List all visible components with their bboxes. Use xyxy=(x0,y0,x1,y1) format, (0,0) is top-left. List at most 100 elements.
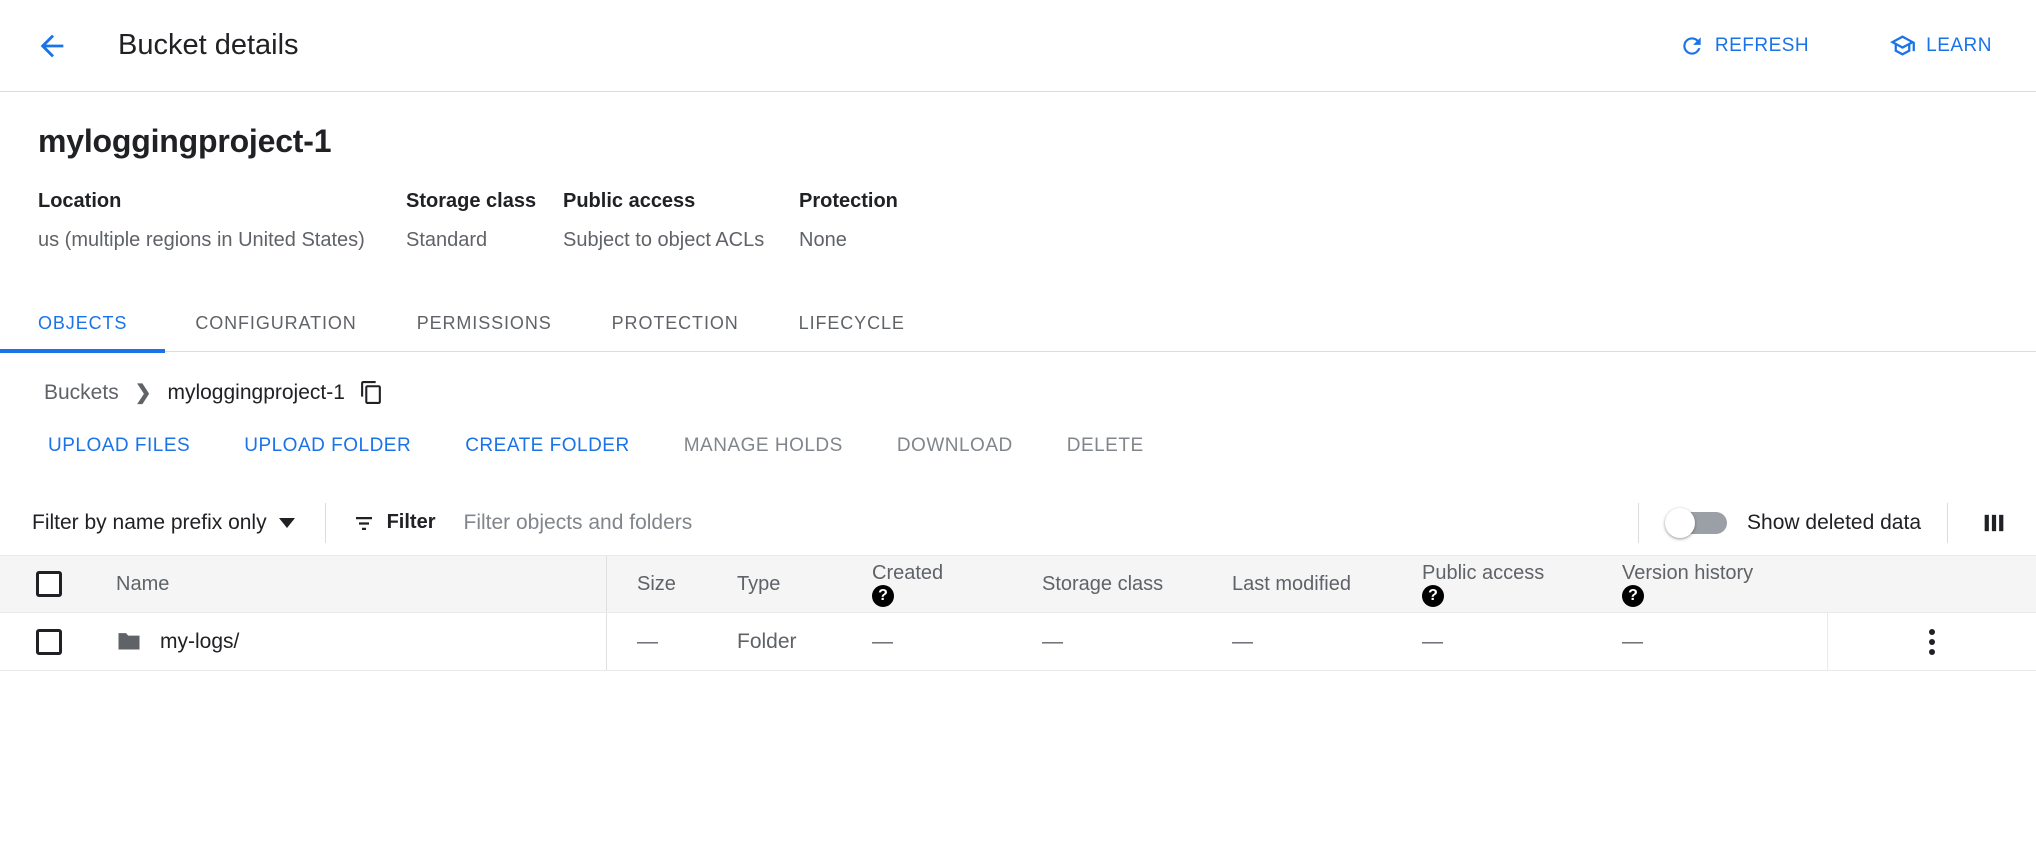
tab-configuration-label: CONFIGURATION xyxy=(195,313,356,334)
show-deleted-data-label: Show deleted data xyxy=(1747,511,1921,535)
download-button[interactable]: DOWNLOAD xyxy=(883,425,1027,467)
toggle-switch[interactable] xyxy=(1665,508,1727,538)
col-header-name[interactable]: Name xyxy=(92,556,607,612)
toggle-knob xyxy=(1665,508,1695,538)
col-header-type[interactable]: Type xyxy=(715,573,850,596)
tab-objects[interactable]: OBJECTS xyxy=(0,294,165,352)
more-vert-icon[interactable] xyxy=(1923,623,1941,661)
col-header-version-history[interactable]: Version history ? xyxy=(1592,562,1827,607)
download-label: DOWNLOAD xyxy=(897,435,1013,456)
row-menu-cell xyxy=(1827,613,2036,670)
show-deleted-data-toggle[interactable]: Show deleted data xyxy=(1665,508,1921,538)
filter-mode-dropdown[interactable]: Filter by name prefix only xyxy=(28,505,299,541)
meta-public-access-label: Public access xyxy=(563,191,799,211)
upload-files-button[interactable]: UPLOAD FILES xyxy=(34,425,204,467)
row-modified-cell: — xyxy=(1202,630,1392,654)
row-version-value: — xyxy=(1622,630,1643,653)
meta-storage-class: Storage class Standard xyxy=(406,191,563,250)
row-created-value: — xyxy=(872,630,893,653)
manage-holds-button[interactable]: MANAGE HOLDS xyxy=(670,425,857,467)
row-storage-value: — xyxy=(1042,630,1063,653)
row-modified-value: — xyxy=(1232,630,1253,653)
tab-configuration[interactable]: CONFIGURATION xyxy=(165,294,386,352)
chevron-down-icon xyxy=(279,518,295,528)
row-checkbox[interactable] xyxy=(36,629,62,655)
col-header-menu-spacer xyxy=(1827,556,2036,612)
manage-holds-label: MANAGE HOLDS xyxy=(684,435,843,456)
content-copy-icon xyxy=(359,380,384,405)
col-header-size-label: Size xyxy=(637,573,715,596)
tab-lifecycle[interactable]: LIFECYCLE xyxy=(769,294,935,352)
select-all-checkbox[interactable] xyxy=(36,571,62,597)
create-folder-label: CREATE FOLDER xyxy=(465,435,630,456)
tab-objects-label: OBJECTS xyxy=(38,313,127,334)
top-app-bar: Bucket details REFRESH LEARN xyxy=(0,0,2036,92)
filter-mode-label: Filter by name prefix only xyxy=(32,511,267,535)
row-version-cell: — xyxy=(1592,630,1827,654)
filter-bar: Filter by name prefix only Filter Show d… xyxy=(0,490,2036,556)
learn-button[interactable]: LEARN xyxy=(1879,24,2002,67)
table-header-row: Name Size Type Created ? Storage class L… xyxy=(0,556,2036,613)
col-header-created[interactable]: Created ? xyxy=(850,562,1012,607)
breadcrumb: Buckets ❯ myloggingproject-1 xyxy=(0,352,2036,405)
object-actions-toolbar: UPLOAD FILES UPLOAD FOLDER CREATE FOLDER… xyxy=(0,405,2036,465)
breadcrumb-current: myloggingproject-1 xyxy=(167,381,344,405)
page-title: Bucket details xyxy=(118,31,299,60)
objects-table: Name Size Type Created ? Storage class L… xyxy=(0,556,2036,671)
delete-button[interactable]: DELETE xyxy=(1053,425,1158,467)
breadcrumb-buckets-link[interactable]: Buckets xyxy=(44,381,119,405)
row-type-cell: Folder xyxy=(715,630,850,654)
bucket-meta-row: Location us (multiple regions in United … xyxy=(38,191,2036,250)
row-size-value: — xyxy=(637,630,658,653)
refresh-label: REFRESH xyxy=(1715,35,1809,57)
folder-icon xyxy=(116,631,142,652)
filter-button[interactable]: Filter xyxy=(352,511,436,535)
created-help-icon[interactable]: ? xyxy=(872,585,894,607)
tab-bar: OBJECTS CONFIGURATION PERMISSIONS PROTEC… xyxy=(0,294,2036,352)
delete-label: DELETE xyxy=(1067,435,1144,456)
meta-protection-label: Protection xyxy=(799,191,999,211)
meta-location-label: Location xyxy=(38,191,406,211)
col-header-last-modified-label: Last modified xyxy=(1232,573,1392,596)
copy-path-button[interactable] xyxy=(359,380,384,405)
row-public-cell: — xyxy=(1392,630,1592,654)
public-access-help-icon[interactable]: ? xyxy=(1422,585,1444,607)
meta-location-value: us (multiple regions in United States) xyxy=(38,230,406,250)
row-name-label[interactable]: my-logs/ xyxy=(160,630,239,654)
col-header-storage-class[interactable]: Storage class xyxy=(1012,573,1202,596)
arrow-back-icon xyxy=(35,29,69,63)
upload-folder-button[interactable]: UPLOAD FOLDER xyxy=(230,425,425,467)
tab-permissions[interactable]: PERMISSIONS xyxy=(387,294,582,352)
tab-protection[interactable]: PROTECTION xyxy=(582,294,769,352)
meta-location: Location us (multiple regions in United … xyxy=(38,191,406,250)
back-button[interactable] xyxy=(28,22,76,70)
version-history-help-icon[interactable]: ? xyxy=(1622,585,1644,607)
refresh-button[interactable]: REFRESH xyxy=(1669,25,1819,67)
meta-protection: Protection None xyxy=(799,191,999,250)
table-row[interactable]: my-logs/ — Folder — — — — — xyxy=(0,613,2036,671)
bucket-summary: myloggingproject-1 Location us (multiple… xyxy=(0,92,2036,250)
row-public-value: — xyxy=(1422,630,1443,653)
tab-protection-label: PROTECTION xyxy=(612,313,739,334)
col-header-public-access[interactable]: Public access ? xyxy=(1392,562,1592,607)
row-created-cell: — xyxy=(850,630,1012,654)
row-storage-cell: — xyxy=(1012,630,1202,654)
col-header-public-access-label: Public access xyxy=(1422,562,1592,585)
col-header-last-modified[interactable]: Last modified xyxy=(1202,573,1392,596)
filter-divider-right xyxy=(1638,503,1639,543)
col-header-type-label: Type xyxy=(737,573,850,596)
col-header-size[interactable]: Size xyxy=(607,573,715,596)
col-header-version-history-label: Version history xyxy=(1622,562,1827,585)
bucket-name: myloggingproject-1 xyxy=(38,124,2036,159)
row-size-cell: — xyxy=(607,630,715,654)
create-folder-button[interactable]: CREATE FOLDER xyxy=(451,425,644,467)
filter-input[interactable] xyxy=(462,503,1613,543)
columns-divider xyxy=(1947,503,1948,543)
upload-files-label: UPLOAD FILES xyxy=(48,435,190,456)
meta-storage-class-value: Standard xyxy=(406,230,563,250)
learn-label: LEARN xyxy=(1926,35,1992,57)
chevron-right-icon: ❯ xyxy=(135,383,152,403)
meta-storage-class-label: Storage class xyxy=(406,191,563,211)
row-name-cell: my-logs/ xyxy=(92,613,607,670)
column-settings-button[interactable] xyxy=(1974,503,2014,543)
